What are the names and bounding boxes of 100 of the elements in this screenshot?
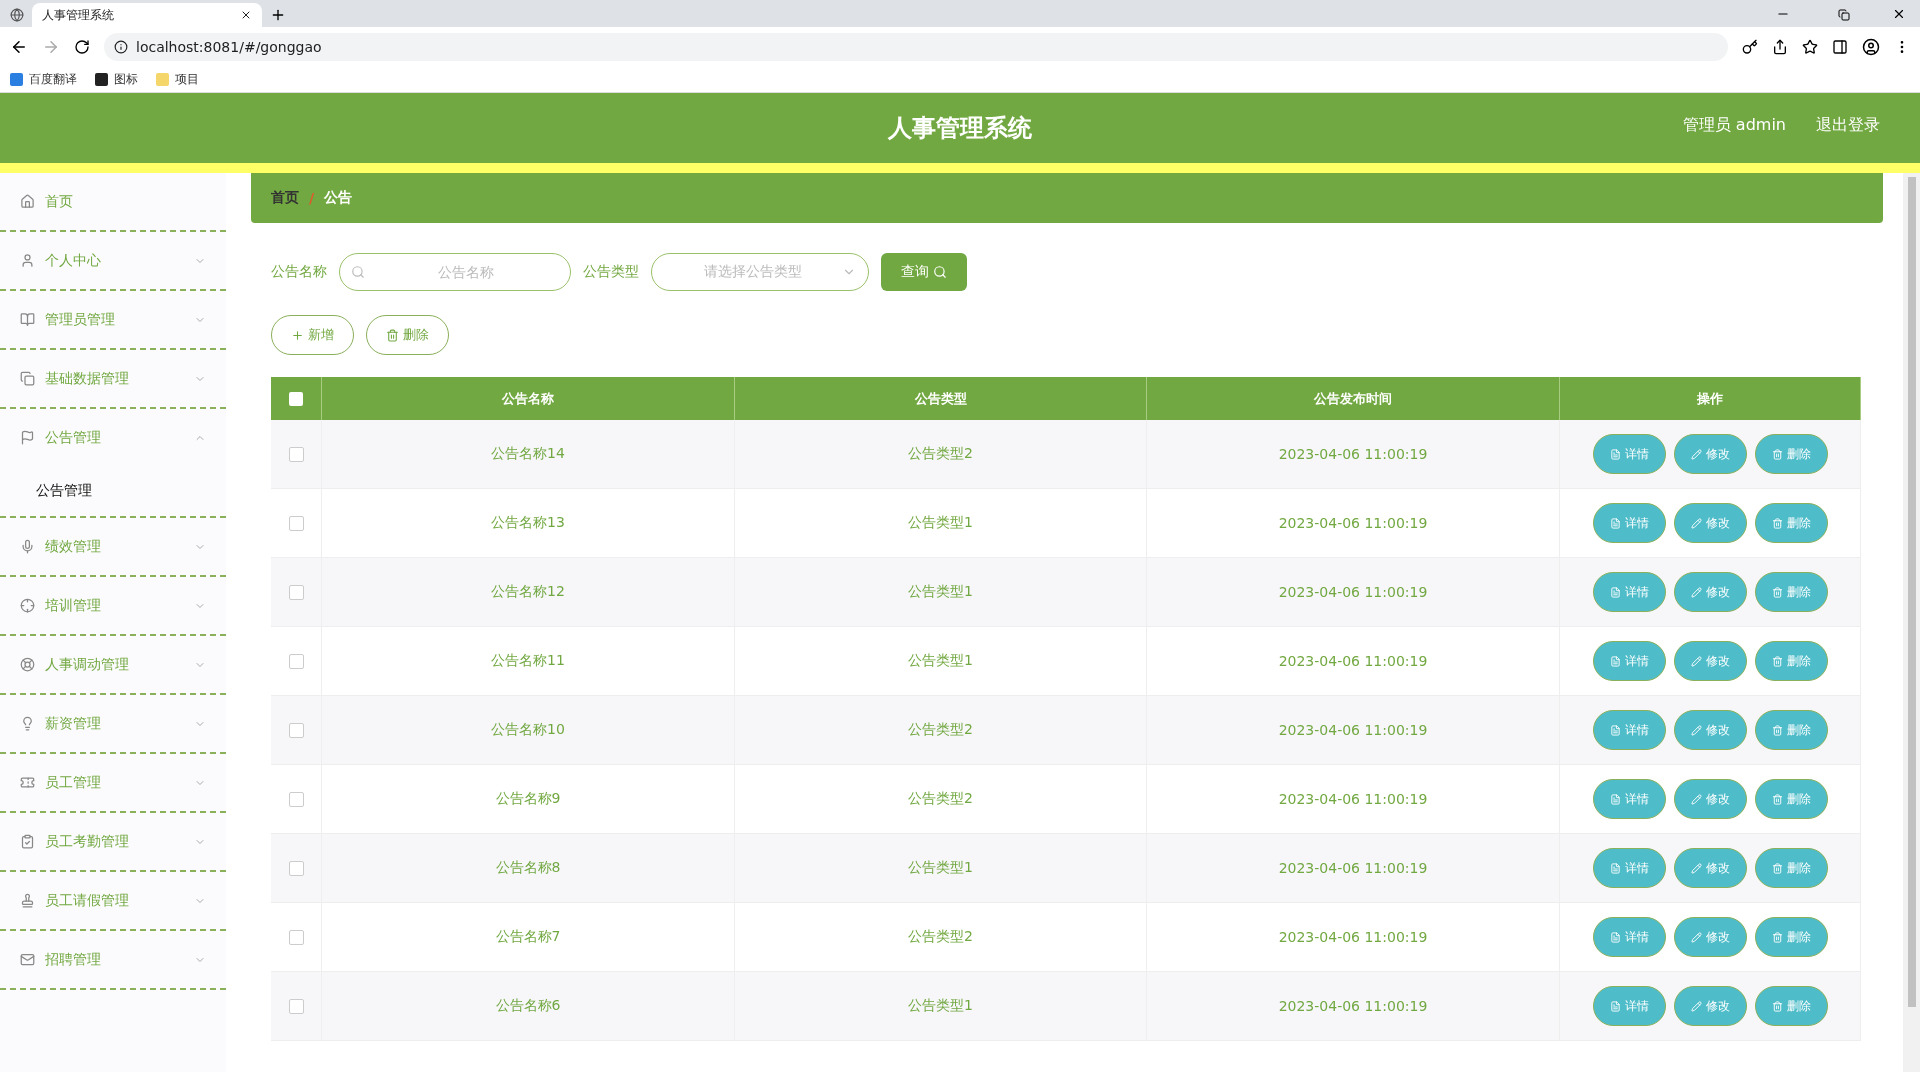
delete-button[interactable]: 删除 bbox=[1754, 848, 1828, 888]
document-icon bbox=[1609, 793, 1621, 805]
edit-button[interactable]: 修改 bbox=[1673, 710, 1747, 750]
delete-button[interactable]: 删除 bbox=[1754, 986, 1828, 1026]
delete-button[interactable]: 删除 bbox=[1754, 503, 1828, 543]
edit-button[interactable]: 修改 bbox=[1673, 986, 1747, 1026]
menu-label[interactable]: 基础数据管理 bbox=[45, 369, 184, 388]
logout-link[interactable]: 退出登录 bbox=[1816, 115, 1880, 136]
search-icon bbox=[933, 265, 947, 279]
menu-label[interactable]: 薪资管理 bbox=[45, 714, 184, 733]
row-checkbox[interactable] bbox=[288, 860, 304, 876]
menu-label[interactable]: 员工请假管理 bbox=[45, 891, 184, 910]
table-cell: 公告名称14 bbox=[322, 420, 735, 489]
book-icon bbox=[20, 312, 35, 327]
reload-icon[interactable] bbox=[74, 39, 90, 55]
edit-button[interactable]: 修改 bbox=[1673, 779, 1747, 819]
edit-button[interactable]: 修改 bbox=[1673, 917, 1747, 957]
menu-label[interactable]: 公告管理 bbox=[45, 428, 184, 447]
detail-button[interactable]: 详情 bbox=[1592, 503, 1666, 543]
menu-label[interactable]: 绩效管理 bbox=[45, 537, 184, 556]
detail-button[interactable]: 详情 bbox=[1592, 710, 1666, 750]
edit-button[interactable]: 修改 bbox=[1673, 434, 1747, 474]
bookmark-label[interactable]: 百度翻译 bbox=[29, 71, 77, 88]
table-cell: 公告类型1 bbox=[735, 834, 1147, 903]
name-search-field[interactable]: 公告名称 bbox=[339, 253, 571, 291]
row-checkbox[interactable] bbox=[288, 653, 304, 669]
row-checkbox[interactable] bbox=[288, 515, 304, 531]
breadcrumb-item[interactable]: 首页 bbox=[271, 189, 299, 207]
table-cell: 2023-04-06 11:00:19 bbox=[1147, 558, 1560, 627]
select-all-checkbox[interactable] bbox=[289, 391, 303, 406]
close-icon[interactable] bbox=[240, 9, 252, 21]
delete-button[interactable]: 删除 bbox=[1754, 572, 1828, 612]
menu-label[interactable]: 招聘管理 bbox=[45, 950, 184, 969]
detail-button[interactable]: 详情 bbox=[1592, 572, 1666, 612]
menu-label[interactable]: 人事调动管理 bbox=[45, 655, 184, 674]
detail-button[interactable]: 详情 bbox=[1592, 848, 1666, 888]
delete-button[interactable]: 删除 bbox=[1754, 434, 1828, 474]
menu-label[interactable]: 培训管理 bbox=[45, 596, 184, 615]
new-tab-icon[interactable] bbox=[270, 7, 286, 23]
table-cell: 公告类型2 bbox=[735, 420, 1147, 489]
close-icon[interactable] bbox=[1892, 7, 1906, 21]
pencil-icon bbox=[1690, 793, 1702, 805]
delete-button[interactable]: 删除 bbox=[366, 315, 449, 355]
plus-icon bbox=[291, 328, 304, 342]
breadcrumb-item[interactable]: 公告 bbox=[324, 189, 353, 207]
app-title: 人事管理系统 bbox=[888, 113, 1032, 144]
delete-button[interactable]: 删除 bbox=[1754, 917, 1828, 957]
document-icon bbox=[1609, 931, 1621, 943]
globe-icon bbox=[10, 8, 24, 22]
side-panel-icon[interactable] bbox=[1832, 39, 1848, 55]
edit-button[interactable]: 修改 bbox=[1673, 641, 1747, 681]
row-checkbox[interactable] bbox=[288, 584, 304, 600]
row-checkbox[interactable] bbox=[288, 929, 304, 945]
bookmark-label[interactable]: 图标 bbox=[114, 71, 138, 88]
table-cell: 公告名称8 bbox=[322, 834, 735, 903]
add-button[interactable]: 新增 bbox=[271, 315, 354, 355]
flag-icon bbox=[20, 430, 35, 445]
info-icon[interactable] bbox=[114, 40, 128, 54]
detail-button[interactable]: 详情 bbox=[1592, 779, 1666, 819]
url-text: localhost:8081/#/gonggao bbox=[136, 39, 322, 55]
lightbulb-icon bbox=[20, 716, 35, 731]
browser-tab[interactable]: 人事管理系统 bbox=[32, 3, 262, 27]
submenu-item[interactable]: 公告管理 bbox=[0, 466, 226, 516]
delete-button[interactable]: 删除 bbox=[1754, 710, 1828, 750]
menu-label[interactable]: 员工管理 bbox=[45, 773, 184, 792]
pencil-icon bbox=[1690, 931, 1702, 943]
table-cell: 2023-04-06 11:00:19 bbox=[1147, 903, 1560, 972]
bookmark-label[interactable]: 项目 bbox=[175, 71, 199, 88]
table-cell: 2023-04-06 11:00:19 bbox=[1147, 420, 1560, 489]
profile-icon[interactable] bbox=[1862, 38, 1880, 56]
star-icon[interactable] bbox=[1802, 39, 1818, 55]
query-button[interactable]: 查询 bbox=[881, 253, 967, 291]
delete-button[interactable]: 删除 bbox=[1754, 641, 1828, 681]
back-icon[interactable] bbox=[10, 38, 28, 56]
forward-icon[interactable] bbox=[42, 38, 60, 56]
menu-label[interactable]: 管理员管理 bbox=[45, 310, 184, 329]
edit-button[interactable]: 修改 bbox=[1673, 848, 1747, 888]
row-checkbox[interactable] bbox=[288, 998, 304, 1014]
edit-button[interactable]: 修改 bbox=[1673, 572, 1747, 612]
row-checkbox[interactable] bbox=[288, 791, 304, 807]
table-cell: 公告名称12 bbox=[322, 558, 735, 627]
share-icon[interactable] bbox=[1772, 39, 1788, 55]
row-checkbox[interactable] bbox=[288, 722, 304, 738]
restore-icon[interactable] bbox=[1838, 9, 1850, 21]
detail-button[interactable]: 详情 bbox=[1592, 917, 1666, 957]
pencil-icon bbox=[1690, 724, 1702, 736]
delete-button[interactable]: 删除 bbox=[1754, 779, 1828, 819]
detail-button[interactable]: 详情 bbox=[1592, 434, 1666, 474]
address-bar[interactable]: localhost:8081/#/gonggao bbox=[104, 33, 1728, 61]
column-header: 公告名称 bbox=[322, 377, 735, 420]
detail-button[interactable]: 详情 bbox=[1592, 641, 1666, 681]
edit-button[interactable]: 修改 bbox=[1673, 503, 1747, 543]
key-icon[interactable] bbox=[1742, 39, 1758, 55]
table-cell: 公告类型1 bbox=[735, 627, 1147, 696]
menu-label[interactable]: 首页 bbox=[45, 192, 206, 211]
detail-button[interactable]: 详情 bbox=[1592, 986, 1666, 1026]
trash-icon bbox=[1771, 517, 1783, 529]
row-checkbox[interactable] bbox=[288, 446, 304, 462]
menu-label[interactable]: 个人中心 bbox=[45, 251, 184, 270]
menu-label[interactable]: 员工考勤管理 bbox=[45, 832, 184, 851]
